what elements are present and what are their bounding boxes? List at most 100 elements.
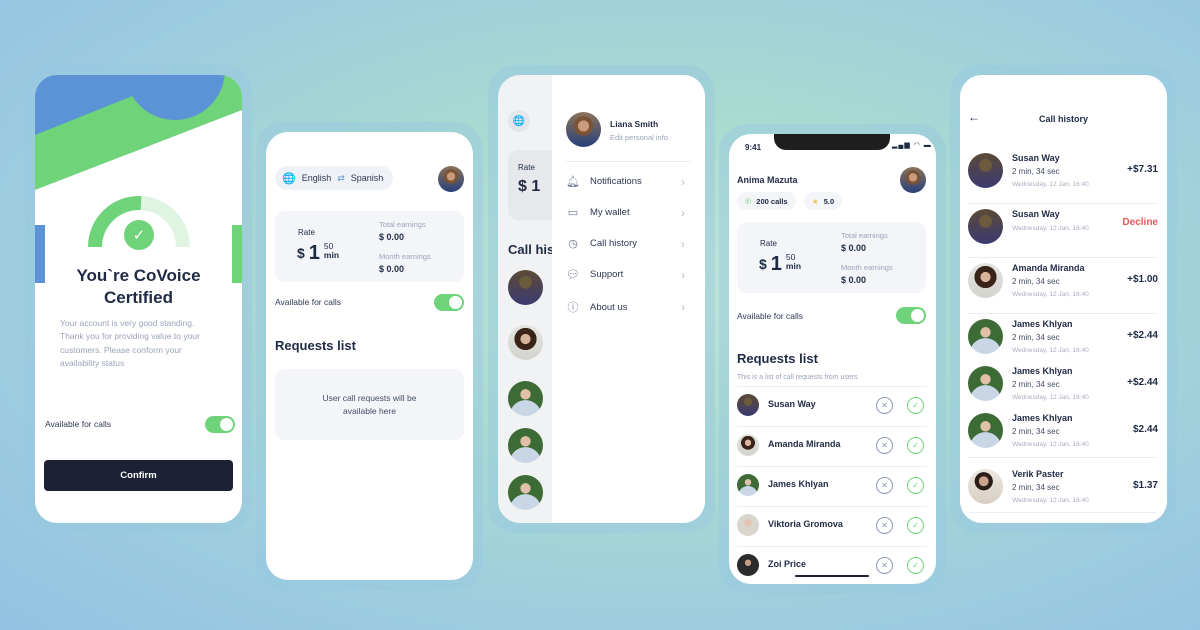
decline-button[interactable]: ✕	[876, 557, 893, 574]
avatar	[968, 413, 1003, 448]
avatar	[968, 319, 1003, 354]
accept-button[interactable]: ✓	[907, 397, 924, 414]
available-toggle[interactable]	[205, 416, 235, 433]
history-row[interactable]: Amanda Miranda 2 min, 34 sec Wednesday, …	[968, 261, 1158, 305]
history-row[interactable]: Verik Paster 2 min, 34 sec Wednesday, 12…	[968, 467, 1158, 511]
request-row: Viktoria Gromova ✕ ✓	[737, 506, 927, 546]
call-history-screen: ← Call history Susan Way 2 min, 34 sec W…	[960, 75, 1167, 523]
history-row[interactable]: James Khlyan 2 min, 34 sec Wednesday, 12…	[968, 411, 1158, 455]
divider	[968, 457, 1158, 458]
chevron-right-icon: ›	[681, 205, 685, 220]
close-icon: ✕	[881, 561, 888, 570]
call-duration: 2 min, 34 sec	[1012, 427, 1060, 436]
menu-item-wallet[interactable]: ▭ My wallet ›	[566, 205, 691, 220]
rating-badge: ★ 5.0	[804, 192, 843, 210]
divider	[968, 313, 1158, 314]
accept-button[interactable]: ✓	[907, 477, 924, 494]
request-row: Zoi Price ✕ ✓	[737, 546, 927, 584]
avatar	[968, 469, 1003, 504]
chevron-right-icon: ›	[681, 267, 685, 282]
menu-item-call-history[interactable]: ◷ Call history ›	[566, 237, 691, 251]
caller-name: Susan Way	[1012, 209, 1060, 219]
accept-button[interactable]: ✓	[907, 557, 924, 574]
status-icons: ▂▄▆ ◠ ▬	[892, 142, 932, 149]
profile-avatar[interactable]	[566, 112, 601, 147]
avatar[interactable]	[900, 167, 926, 193]
language-selector[interactable]: 🌐 English ⇄ Spanish	[275, 166, 393, 190]
behind-avatar	[508, 270, 543, 305]
check-icon: ✓	[912, 441, 919, 450]
call-amount: +$7.31	[1127, 164, 1158, 175]
avatar	[737, 434, 759, 456]
accept-button[interactable]: ✓	[907, 517, 924, 534]
call-date: Wednesday, 12 Jan, 16:40	[1012, 181, 1089, 188]
call-amount: Decline	[1122, 217, 1158, 228]
available-toggle[interactable]	[896, 307, 926, 324]
avatar	[968, 263, 1003, 298]
requester-name: Zoi Price	[768, 559, 807, 569]
menu-item-support[interactable]: 💬︎ Support ›	[566, 267, 691, 282]
call-amount: +$1.00	[1127, 274, 1158, 285]
star-icon: ★	[812, 196, 819, 206]
call-duration: 2 min, 34 sec	[1012, 277, 1060, 286]
requester-name: Viktoria Gromova	[768, 519, 843, 529]
decline-button[interactable]: ✕	[876, 517, 893, 534]
call-duration: 2 min, 34 sec	[1012, 333, 1060, 342]
menu-item-notifications[interactable]: 🔔︎ Notifications ›	[566, 175, 691, 189]
edit-profile-link[interactable]: Edit personal info	[610, 133, 668, 142]
close-icon: ✕	[881, 481, 888, 490]
avatar[interactable]	[438, 166, 464, 192]
earnings-card: Rate $ 1 50 min Total earnings $ 0.00 Mo…	[737, 222, 926, 293]
call-duration: 2 min, 34 sec	[1012, 167, 1060, 176]
menu-item-about[interactable]: ⓘ About us ›	[566, 299, 691, 315]
divider	[968, 257, 1158, 258]
close-icon: ✕	[881, 441, 888, 450]
wallet-icon: ▭	[567, 207, 579, 219]
behind-avatar	[508, 381, 543, 416]
decline-button[interactable]: ✕	[876, 397, 893, 414]
requests-title: Requests list	[737, 351, 818, 366]
history-row[interactable]: Susan Way 2 min, 34 sec Wednesday, 12 Ja…	[968, 151, 1158, 195]
call-amount: $1.37	[1132, 480, 1158, 491]
history-row[interactable]: Susan Way Wednesday, 12 Jan, 16:40 Decli…	[968, 207, 1158, 251]
avatar	[737, 554, 759, 576]
caller-name: Amanda Miranda	[1012, 263, 1085, 273]
call-amount: +$2.44	[1127, 377, 1158, 388]
confirm-button[interactable]: Confirm	[44, 460, 233, 491]
request-row: Amanda Miranda ✕ ✓	[737, 426, 927, 466]
call-amount: +$2.44	[1127, 330, 1158, 341]
requests-title: Requests list	[275, 338, 356, 353]
requester-name: Susan Way	[768, 399, 816, 409]
globe-button[interactable]: 🌐	[508, 110, 530, 132]
check-icon: ✓	[912, 521, 919, 530]
divider	[968, 203, 1158, 204]
caller-name: James Khlyan	[1012, 366, 1073, 376]
check-icon: ✓	[912, 481, 919, 490]
swap-icon: ⇄	[337, 172, 345, 183]
history-icon: ◷	[568, 238, 578, 250]
divider	[566, 161, 691, 162]
accept-button[interactable]: ✓	[907, 437, 924, 454]
chevron-right-icon: ›	[681, 300, 685, 314]
history-row[interactable]: James Khlyan 2 min, 34 sec Wednesday, 12…	[968, 317, 1158, 361]
decline-button[interactable]: ✕	[876, 437, 893, 454]
profile-name: Liana Smith	[610, 119, 659, 129]
call-date: Wednesday, 12 Jan, 16:40	[1012, 225, 1089, 232]
decline-button[interactable]: ✕	[876, 477, 893, 494]
avatar	[737, 474, 759, 496]
call-date: Wednesday, 12 Jan, 16:40	[1012, 347, 1089, 354]
side-drawer: Liana Smith Edit personal info 🔔︎ Notific…	[552, 75, 705, 523]
globe-icon: 🌐	[282, 172, 296, 185]
history-row[interactable]: James Khlyan 2 min, 34 sec Wednesday, 12…	[968, 364, 1158, 408]
request-row: Susan Way ✕ ✓	[737, 386, 927, 426]
rate-value: $ 1 50 min	[297, 241, 340, 265]
chat-icon: 💬︎	[566, 269, 580, 281]
certified-title: You`re CoVoice Certified	[76, 266, 201, 307]
avatar	[968, 366, 1003, 401]
available-toggle[interactable]	[434, 294, 464, 311]
avatar	[968, 209, 1003, 244]
check-icon: ✓	[912, 401, 919, 410]
decorative-shapes	[35, 75, 242, 283]
rate-value: $ 1 50 min	[759, 252, 802, 276]
behind-avatar	[508, 428, 543, 463]
